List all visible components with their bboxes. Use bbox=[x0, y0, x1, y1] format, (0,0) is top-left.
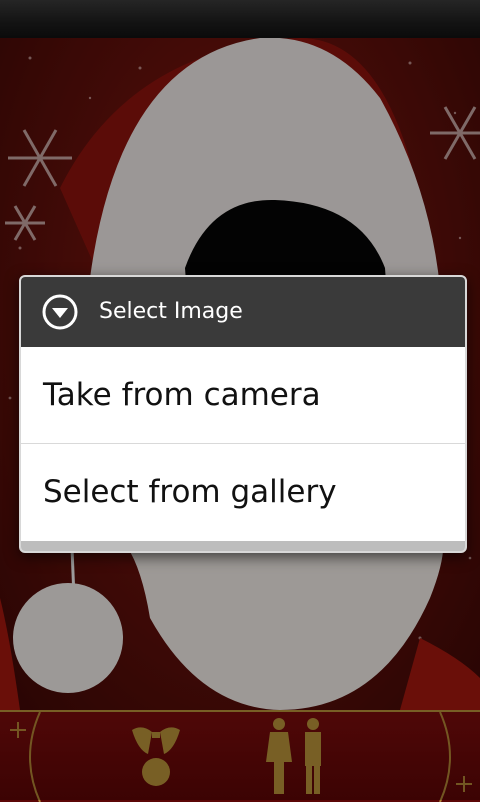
chevron-down-circle-icon bbox=[41, 293, 79, 331]
dialog-title: Select Image bbox=[99, 299, 243, 324]
select-image-dialog: Select Image Take from camera Select fro… bbox=[19, 275, 467, 553]
select-from-gallery-option[interactable]: Select from gallery bbox=[21, 444, 465, 540]
dialog-header: Select Image bbox=[21, 277, 465, 347]
take-from-camera-option[interactable]: Take from camera bbox=[21, 347, 465, 444]
dialog-footer bbox=[21, 541, 465, 551]
